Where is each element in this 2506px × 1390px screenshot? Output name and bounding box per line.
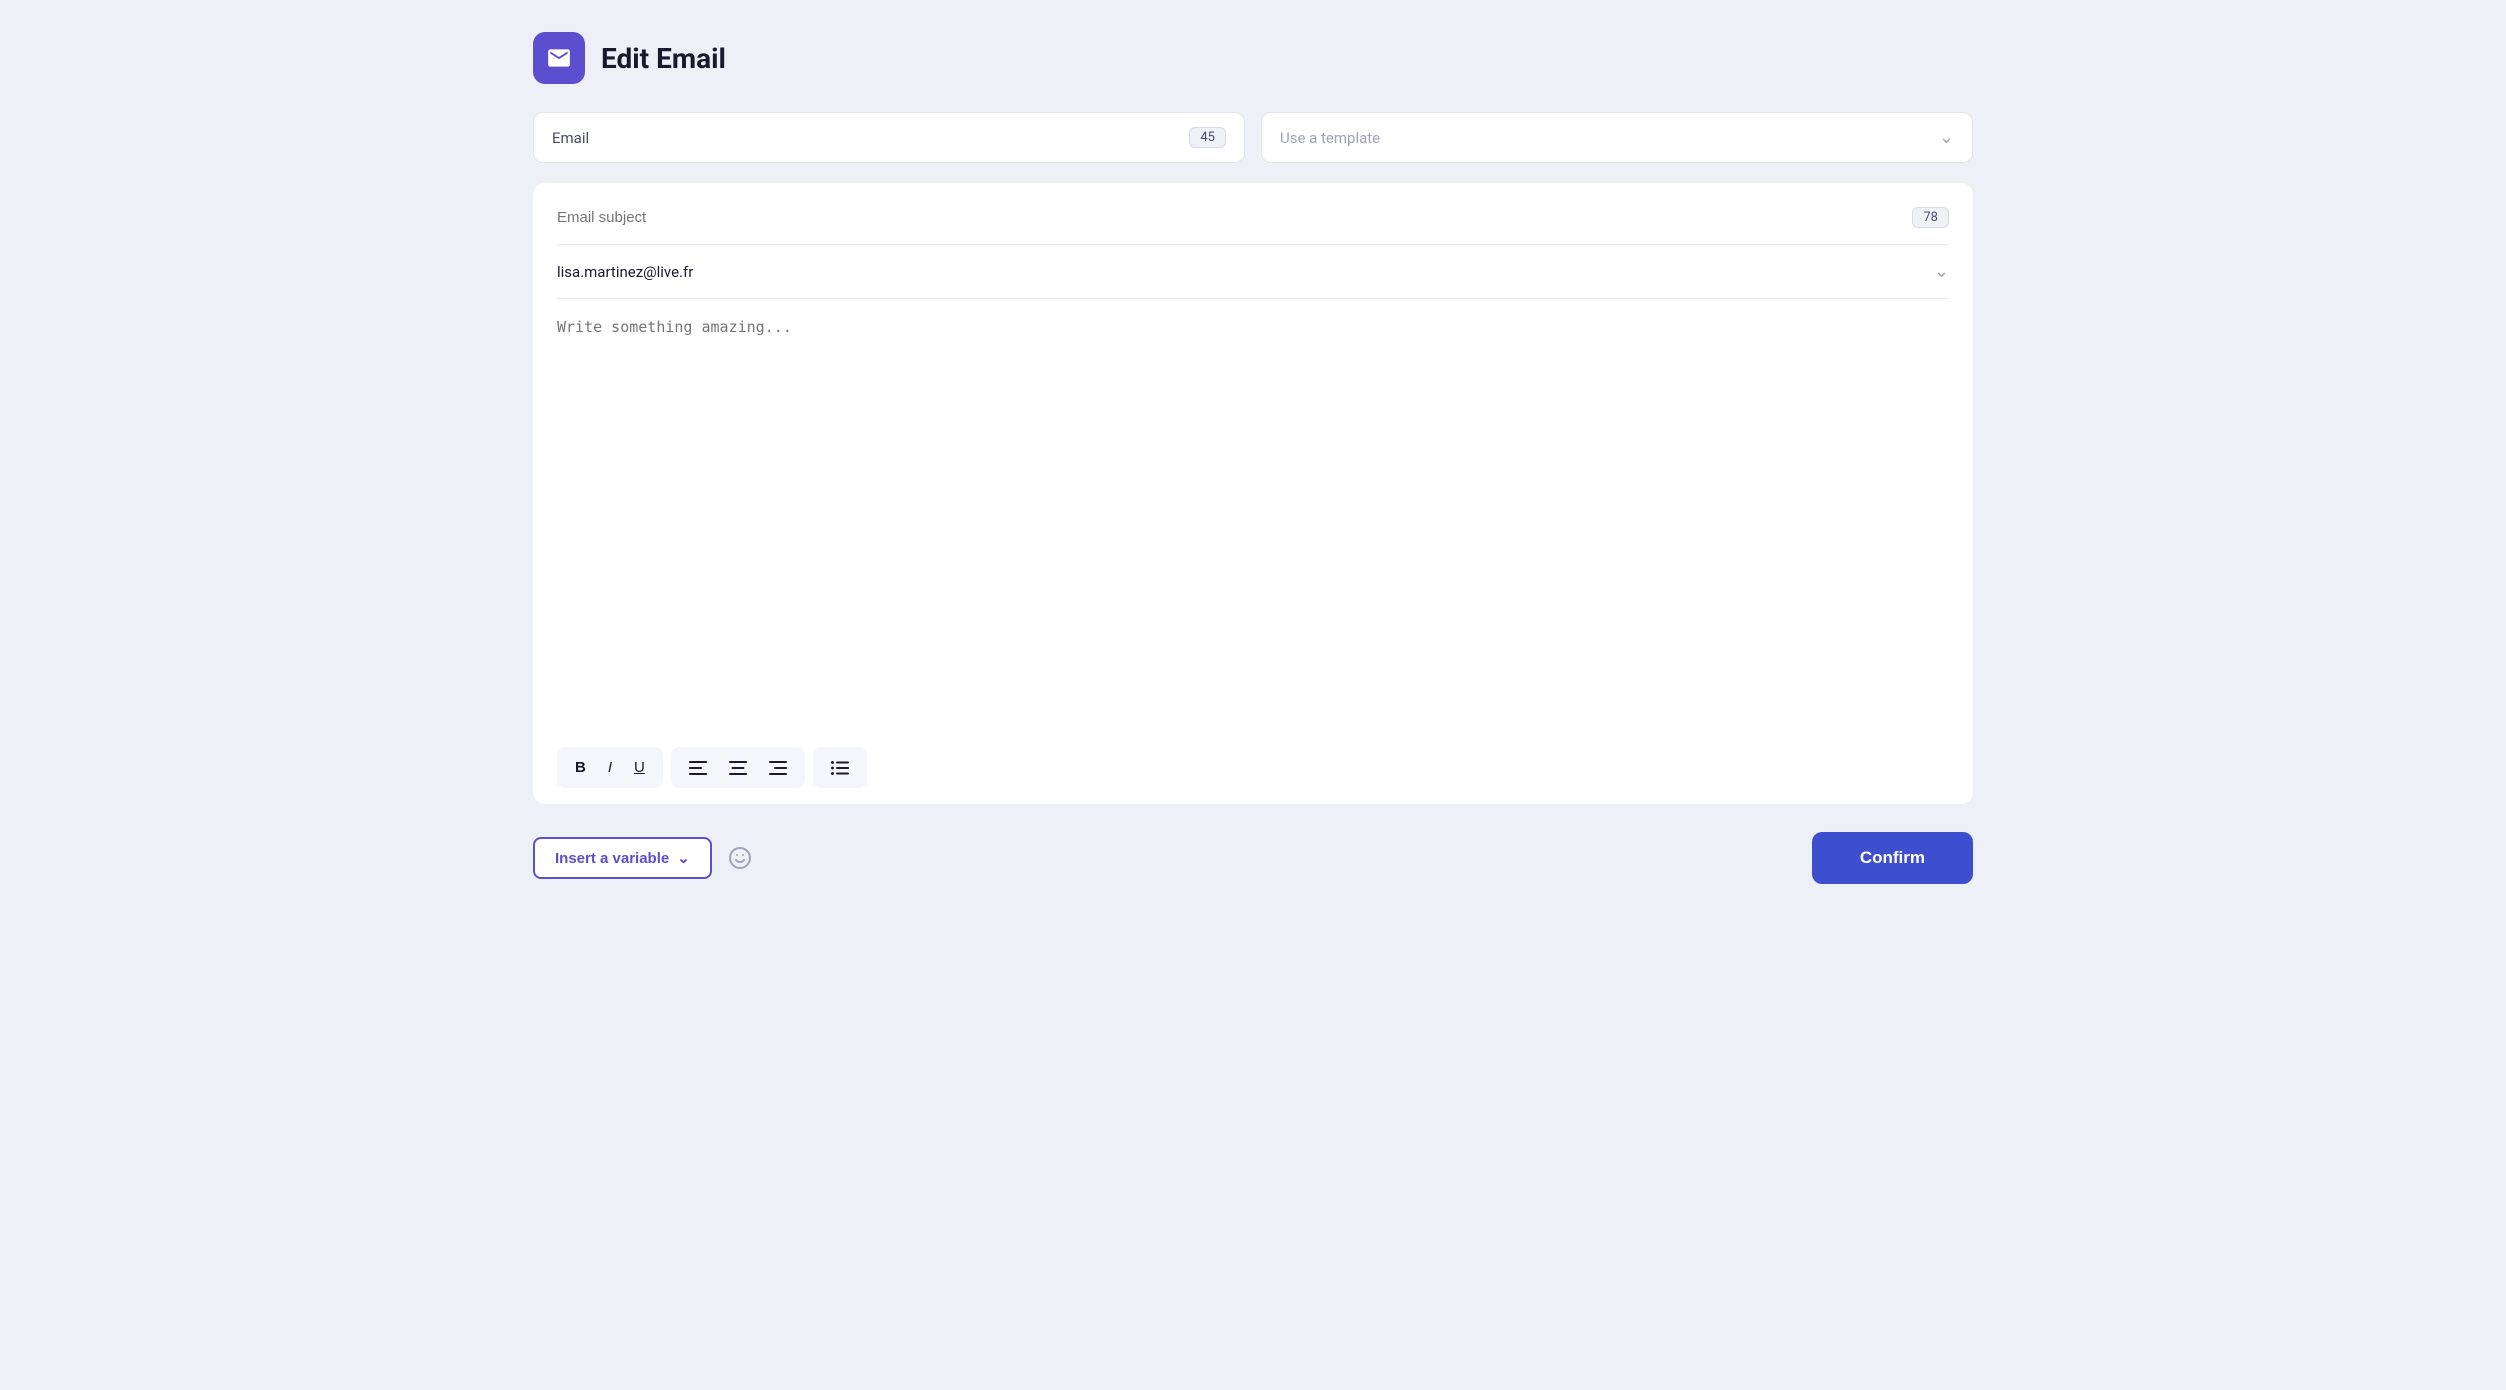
template-placeholder: Use a template — [1280, 129, 1380, 147]
align-right-icon — [769, 761, 787, 775]
italic-button[interactable]: I — [598, 753, 622, 782]
left-bottom: Insert a variable ⌄ — [533, 837, 756, 879]
email-input-wrapper: Email 45 — [533, 112, 1245, 163]
template-select[interactable]: Use a template ⌄ — [1261, 112, 1973, 163]
list-button[interactable] — [821, 753, 859, 782]
top-row: Email 45 Use a template ⌄ — [533, 112, 1973, 163]
align-right-button[interactable] — [759, 753, 797, 782]
confirm-button[interactable]: Confirm — [1812, 832, 1973, 884]
align-left-icon — [689, 761, 707, 775]
align-center-icon — [729, 761, 747, 775]
chevron-down-icon: ⌄ — [677, 849, 690, 867]
email-icon — [546, 45, 572, 71]
subject-input[interactable] — [557, 209, 1912, 226]
recipient-row: lisa.martinez@live.fr ⌄ — [557, 261, 1949, 299]
page-header: Edit Email — [533, 32, 1973, 84]
page-title: Edit Email — [601, 42, 726, 75]
body-textarea[interactable] — [557, 315, 1949, 715]
toolbar-row: B I U — [557, 731, 1949, 788]
bottom-bar: Insert a variable ⌄ Confirm — [533, 832, 1973, 884]
align-left-button[interactable] — [679, 753, 717, 782]
list-icon — [831, 761, 849, 775]
editor-container: 78 lisa.martinez@live.fr ⌄ B I U — [533, 183, 1973, 804]
recipient-email: lisa.martinez@live.fr — [557, 263, 693, 281]
insert-variable-label: Insert a variable — [555, 850, 669, 867]
emoji-button[interactable] — [724, 842, 756, 874]
insert-variable-button[interactable]: Insert a variable ⌄ — [533, 837, 712, 879]
bold-button[interactable]: B — [565, 753, 596, 782]
alignment-group — [671, 747, 805, 788]
underline-button[interactable]: U — [624, 753, 655, 782]
subject-row: 78 — [557, 207, 1949, 245]
email-count-badge: 45 — [1189, 127, 1226, 148]
email-label: Email — [552, 129, 589, 147]
list-group — [813, 747, 867, 788]
subject-count-badge: 78 — [1912, 207, 1949, 228]
email-icon-wrapper — [533, 32, 585, 84]
emoji-icon — [728, 846, 752, 870]
chevron-down-icon: ⌄ — [1939, 127, 1954, 148]
format-group: B I U — [557, 747, 663, 788]
recipient-chevron-icon[interactable]: ⌄ — [1934, 261, 1949, 282]
align-center-button[interactable] — [719, 753, 757, 782]
page-container: Edit Email Email 45 Use a template ⌄ 78 … — [533, 32, 1973, 884]
